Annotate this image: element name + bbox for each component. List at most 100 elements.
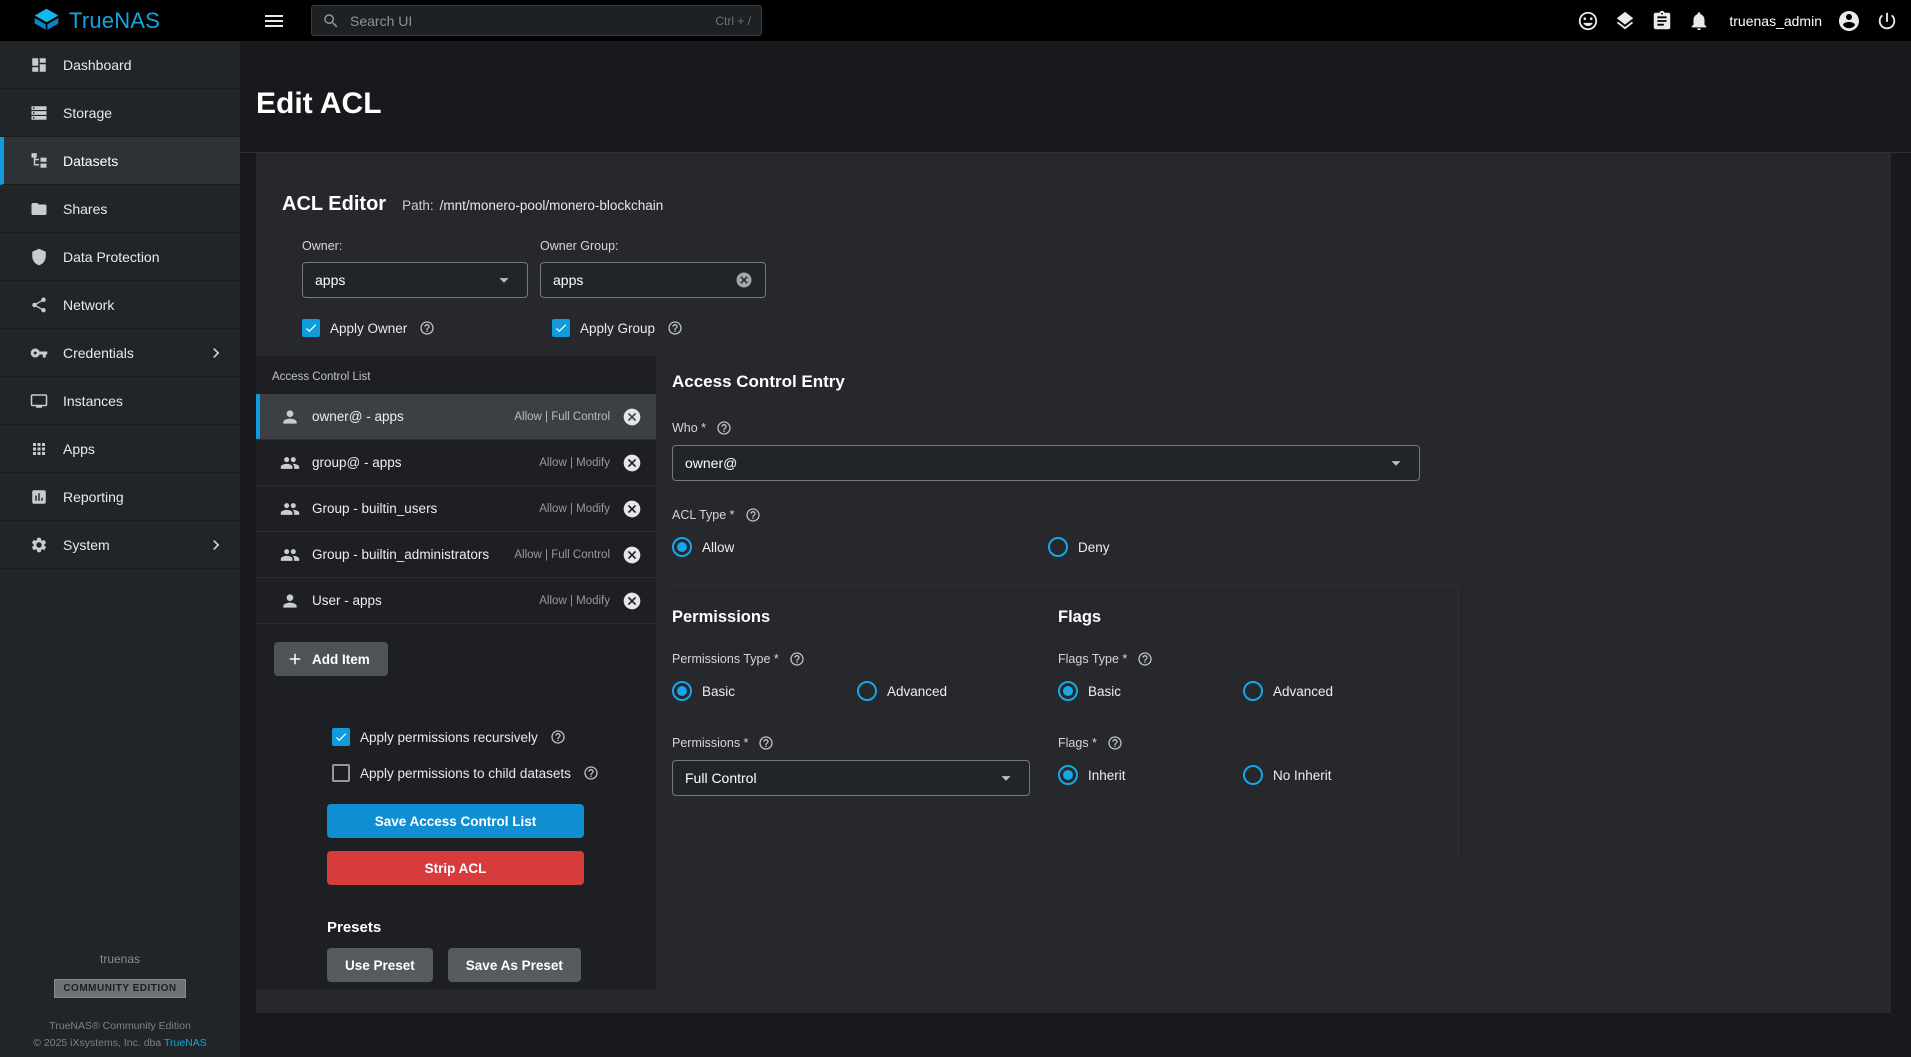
search-input[interactable]: [348, 12, 707, 30]
alerts-bell-icon[interactable]: [1688, 10, 1710, 32]
apps-icon: [30, 440, 48, 458]
card-footer: [256, 989, 1891, 1013]
deny-label: Deny: [1078, 540, 1110, 555]
jobs-icon[interactable]: [1614, 10, 1636, 32]
help-icon[interactable]: [789, 651, 805, 667]
shield-icon: [30, 248, 48, 266]
remove-entry-icon[interactable]: [622, 453, 642, 473]
tasks-icon[interactable]: [1651, 10, 1673, 32]
presets-heading: Presets: [327, 919, 656, 936]
copyright-link[interactable]: TrueNAS: [164, 1037, 207, 1049]
sidebar-item-label: Network: [63, 297, 114, 313]
owner-group-input[interactable]: [553, 272, 735, 288]
power-icon[interactable]: [1876, 10, 1898, 32]
flags-type-basic-radio[interactable]: Basic: [1058, 681, 1243, 701]
help-icon[interactable]: [583, 765, 599, 781]
help-icon[interactable]: [745, 507, 761, 523]
path-value: /mnt/monero-pool/monero-blockchain: [440, 198, 664, 213]
help-icon[interactable]: [667, 320, 683, 336]
sidebar-item-network[interactable]: Network: [0, 281, 240, 329]
radio-selected-icon: [1058, 681, 1078, 701]
apply-owner-checkbox[interactable]: Apply Owner: [302, 319, 528, 337]
remove-entry-icon[interactable]: [622, 591, 642, 611]
radio-selected-icon: [1058, 765, 1078, 785]
permissions-column: Permissions Permissions Type * Basic: [672, 586, 1058, 862]
help-icon[interactable]: [550, 729, 566, 745]
help-icon[interactable]: [419, 320, 435, 336]
sidebar-item-credentials[interactable]: Credentials: [0, 329, 240, 377]
flags-inherit-radio[interactable]: Inherit: [1058, 765, 1243, 785]
flags-no-inherit-radio[interactable]: No Inherit: [1243, 765, 1332, 785]
ace-permission: Allow | Modify: [539, 595, 610, 607]
radio-selected-icon: [672, 537, 692, 557]
strip-acl-button[interactable]: Strip ACL: [327, 851, 584, 885]
ace-who: group@ - apps: [312, 455, 402, 470]
remove-entry-icon[interactable]: [622, 545, 642, 565]
sidebar-item-instances[interactable]: Instances: [0, 377, 240, 425]
remove-entry-icon[interactable]: [622, 407, 642, 427]
acl-list-heading: Access Control List: [256, 356, 656, 394]
sidebar-item-shares[interactable]: Shares: [0, 185, 240, 233]
flags-column: Flags Flags Type * Basic: [1058, 586, 1459, 862]
acl-entry-row[interactable]: Group - builtin_users Allow | Modify: [256, 486, 656, 532]
acl-type-deny-radio[interactable]: Deny: [1048, 537, 1110, 557]
truenas-logo[interactable]: TrueNAS: [0, 7, 240, 34]
search-icon: [322, 12, 340, 30]
sidebar-item-label: Credentials: [63, 345, 134, 361]
radio-unselected-icon: [1243, 765, 1263, 785]
who-label: Who *: [672, 421, 706, 435]
sidebar-item-apps[interactable]: Apps: [0, 425, 240, 473]
add-item-button[interactable]: Add Item: [274, 642, 388, 676]
apply-owner-label: Apply Owner: [330, 321, 407, 336]
menu-icon[interactable]: [262, 9, 286, 33]
acl-entry-row[interactable]: owner@ - apps Allow | Full Control: [256, 394, 656, 440]
sidebar-item-reporting[interactable]: Reporting: [0, 473, 240, 521]
basic-label: Basic: [702, 684, 735, 699]
use-preset-button[interactable]: Use Preset: [327, 948, 433, 982]
truenas-logo-text: TrueNAS: [69, 8, 160, 34]
allow-label: Allow: [702, 540, 734, 555]
ace-who: owner@ - apps: [312, 409, 404, 424]
sidebar-item-data-protection[interactable]: Data Protection: [0, 233, 240, 281]
help-icon[interactable]: [758, 735, 774, 751]
clear-icon[interactable]: [735, 271, 753, 289]
page-header: Edit ACL: [240, 41, 1911, 153]
owner-select[interactable]: apps: [302, 262, 528, 298]
ace-permission: Allow | Full Control: [514, 411, 610, 423]
permissions-type-basic-radio[interactable]: Basic: [672, 681, 857, 701]
sidebar-item-system[interactable]: System: [0, 521, 240, 569]
checkbox-checked-icon: [552, 319, 570, 337]
permissions-select[interactable]: Full Control: [672, 760, 1030, 796]
chevron-right-icon: [206, 535, 226, 555]
feedback-icon[interactable]: [1577, 10, 1599, 32]
global-search[interactable]: Ctrl + /: [311, 5, 762, 36]
help-icon[interactable]: [1137, 651, 1153, 667]
flags-type-advanced-radio[interactable]: Advanced: [1243, 681, 1333, 701]
who-select[interactable]: owner@: [672, 445, 1420, 481]
sidebar-item-datasets[interactable]: Datasets: [0, 137, 240, 185]
plus-icon: [286, 650, 304, 668]
apply-group-checkbox[interactable]: Apply Group: [552, 319, 683, 337]
remove-entry-icon[interactable]: [622, 499, 642, 519]
help-icon[interactable]: [1107, 735, 1123, 751]
acl-entry-row[interactable]: Group - builtin_administrators Allow | F…: [256, 532, 656, 578]
save-as-preset-button[interactable]: Save As Preset: [448, 948, 581, 982]
sidebar-item-label: System: [63, 537, 110, 553]
save-acl-button[interactable]: Save Access Control List: [327, 804, 584, 838]
child-datasets-checkbox[interactable]: Apply permissions to child datasets: [332, 764, 656, 782]
chevron-right-icon: [206, 343, 226, 363]
ace-permission: Allow | Full Control: [514, 549, 610, 561]
radio-unselected-icon: [857, 681, 877, 701]
recursive-checkbox[interactable]: Apply permissions recursively: [332, 728, 656, 746]
permissions-type-advanced-radio[interactable]: Advanced: [857, 681, 947, 701]
no-inherit-label: No Inherit: [1273, 768, 1332, 783]
person-icon: [280, 407, 300, 427]
flags-label: Flags *: [1058, 736, 1097, 750]
acl-type-allow-radio[interactable]: Allow: [672, 537, 1048, 557]
help-icon[interactable]: [716, 420, 732, 436]
sidebar-item-dashboard[interactable]: Dashboard: [0, 41, 240, 89]
acl-entry-row[interactable]: group@ - apps Allow | Modify: [256, 440, 656, 486]
account-icon[interactable]: [1837, 9, 1861, 33]
acl-entry-row[interactable]: User - apps Allow | Modify: [256, 578, 656, 624]
sidebar-item-storage[interactable]: Storage: [0, 89, 240, 137]
